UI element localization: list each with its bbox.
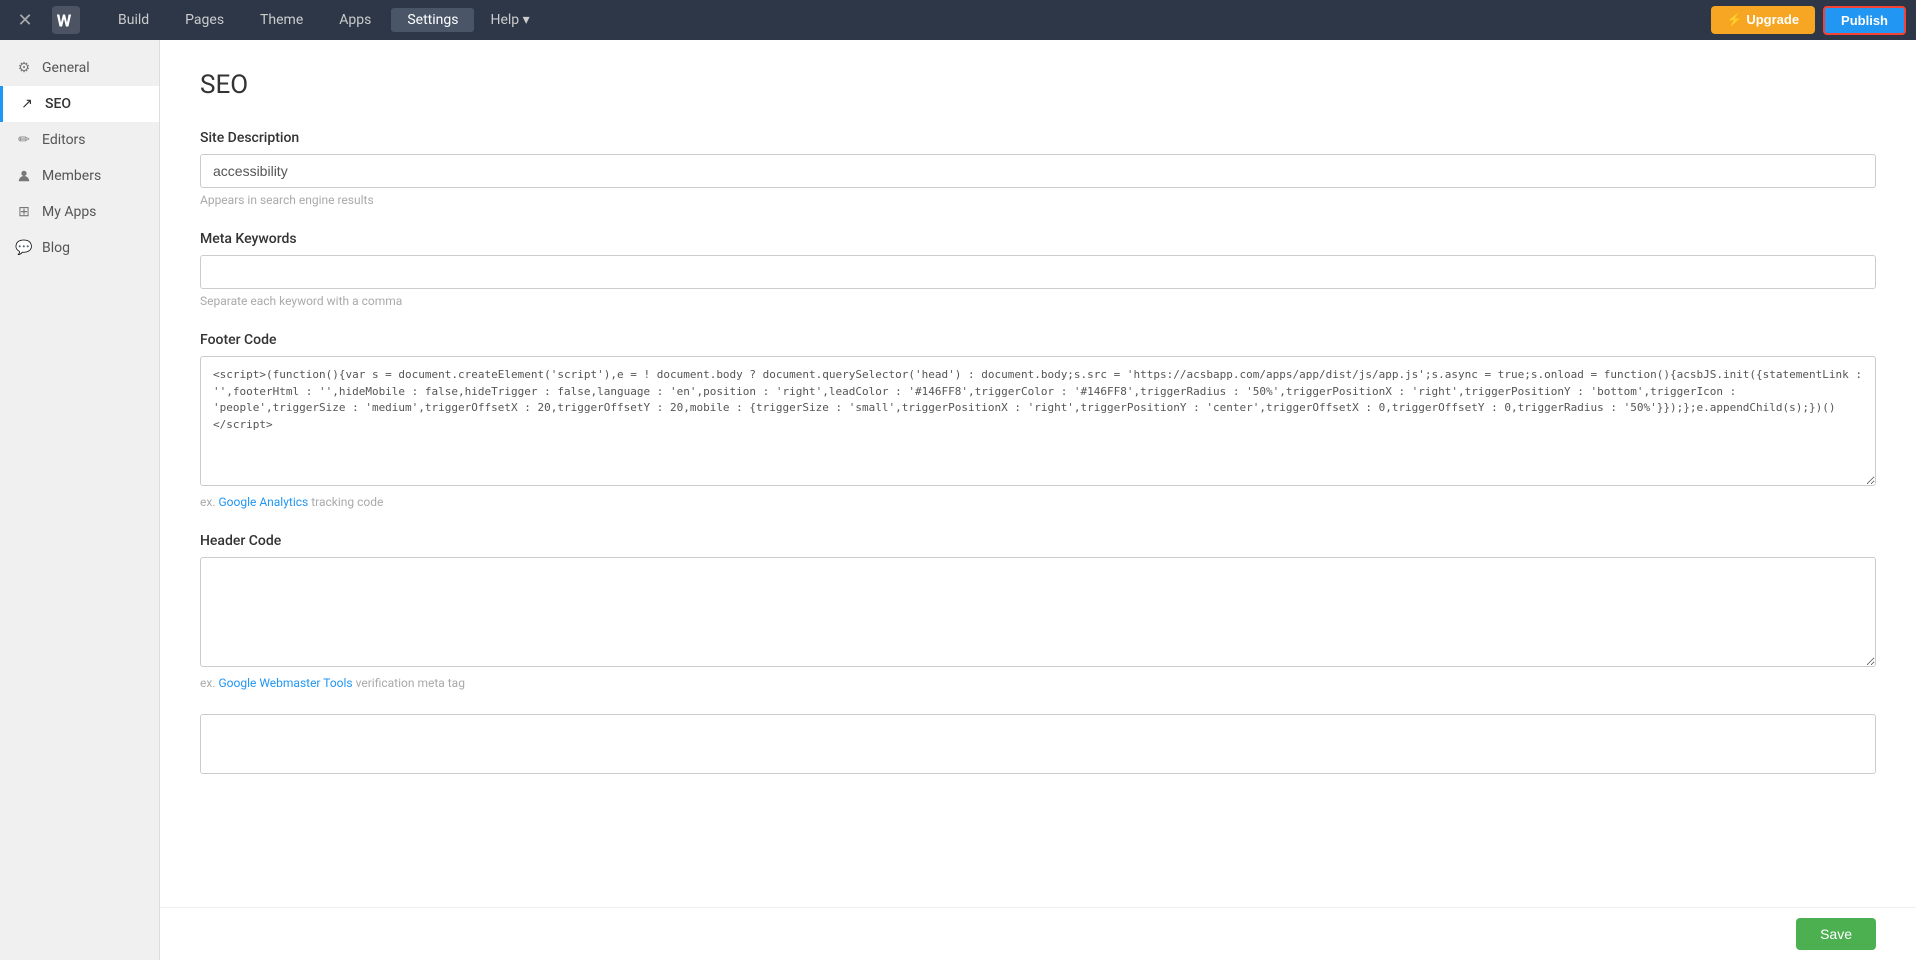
header-hint-prefix: ex. (200, 676, 218, 690)
header-hint-suffix: verification meta tag (356, 676, 465, 690)
header-code-textarea[interactable] (200, 557, 1876, 667)
footer-code-group: Footer Code <script>(function(){var s = … (200, 332, 1876, 509)
nav-apps[interactable]: Apps (323, 8, 387, 32)
layout: ⚙ General ↗ SEO ✏ Editors Members ⊞ My A… (0, 40, 1916, 960)
pencil-icon: ✏ (16, 132, 32, 148)
nav-help[interactable]: Help ▾ (478, 8, 541, 32)
footer-code-hint: ex. Google Analytics tracking code (200, 495, 1876, 509)
page-title: SEO (200, 70, 1876, 100)
sidebar-item-editors[interactable]: ✏ Editors (0, 122, 159, 158)
extra-field (200, 714, 1876, 774)
sidebar-item-general[interactable]: ⚙ General (0, 50, 159, 86)
close-button[interactable]: ✕ (10, 10, 40, 31)
meta-keywords-hint: Separate each keyword with a comma (200, 294, 1876, 308)
gear-icon: ⚙ (16, 60, 32, 76)
meta-keywords-label: Meta Keywords (200, 231, 1876, 247)
footer-code-textarea[interactable]: <script>(function(){var s = document.cre… (200, 356, 1876, 486)
header-code-group: Header Code ex. Google Webmaster Tools v… (200, 533, 1876, 690)
sidebar-label-seo: SEO (45, 96, 71, 112)
google-analytics-link[interactable]: Google Analytics (218, 495, 308, 509)
meta-keywords-input[interactable] (200, 255, 1876, 289)
sidebar-label-general: General (42, 60, 90, 76)
sidebar-item-myapps[interactable]: ⊞ My Apps (0, 194, 159, 230)
nav-build[interactable]: Build (102, 8, 165, 32)
nav-settings[interactable]: Settings (391, 8, 474, 32)
sidebar-item-seo[interactable]: ↗ SEO (0, 86, 159, 122)
upgrade-button[interactable]: ⚡ Upgrade (1711, 6, 1816, 34)
logo: W (50, 4, 82, 36)
user-icon (16, 168, 32, 184)
sidebar: ⚙ General ↗ SEO ✏ Editors Members ⊞ My A… (0, 40, 160, 960)
save-button[interactable]: Save (1796, 918, 1876, 950)
sidebar-label-myapps: My Apps (42, 204, 96, 220)
blog-icon: 💬 (16, 240, 32, 256)
sidebar-label-editors: Editors (42, 132, 86, 148)
site-description-hint: Appears in search engine results (200, 193, 1876, 207)
publish-button[interactable]: Publish (1823, 6, 1906, 35)
site-description-group: Site Description Appears in search engin… (200, 130, 1876, 207)
svg-text:W: W (57, 12, 72, 32)
apps-icon: ⊞ (16, 204, 32, 220)
footer-hint-suffix: tracking code (311, 495, 383, 509)
topnav-right: ⚡ Upgrade Publish (1711, 6, 1906, 35)
sidebar-item-members[interactable]: Members (0, 158, 159, 194)
sidebar-label-members: Members (42, 168, 101, 184)
seo-icon: ↗ (19, 96, 35, 112)
footer-code-label: Footer Code (200, 332, 1876, 348)
header-code-label: Header Code (200, 533, 1876, 549)
footer-hint-prefix: ex. (200, 495, 218, 509)
main-content: SEO Site Description Appears in search e… (160, 40, 1916, 960)
save-bar: Save (160, 907, 1916, 960)
topnav: ✕ W Build Pages Theme Apps Settings Help… (0, 0, 1916, 40)
google-webmaster-link[interactable]: Google Webmaster Tools (218, 676, 352, 690)
sidebar-item-blog[interactable]: 💬 Blog (0, 230, 159, 266)
nav-pages[interactable]: Pages (169, 8, 240, 32)
site-description-input[interactable] (200, 154, 1876, 188)
header-code-hint: ex. Google Webmaster Tools verification … (200, 676, 1876, 690)
nav-theme[interactable]: Theme (244, 8, 319, 32)
site-description-label: Site Description (200, 130, 1876, 146)
sidebar-label-blog: Blog (42, 240, 70, 256)
nav-items: Build Pages Theme Apps Settings Help ▾ (102, 8, 1711, 32)
meta-keywords-group: Meta Keywords Separate each keyword with… (200, 231, 1876, 308)
